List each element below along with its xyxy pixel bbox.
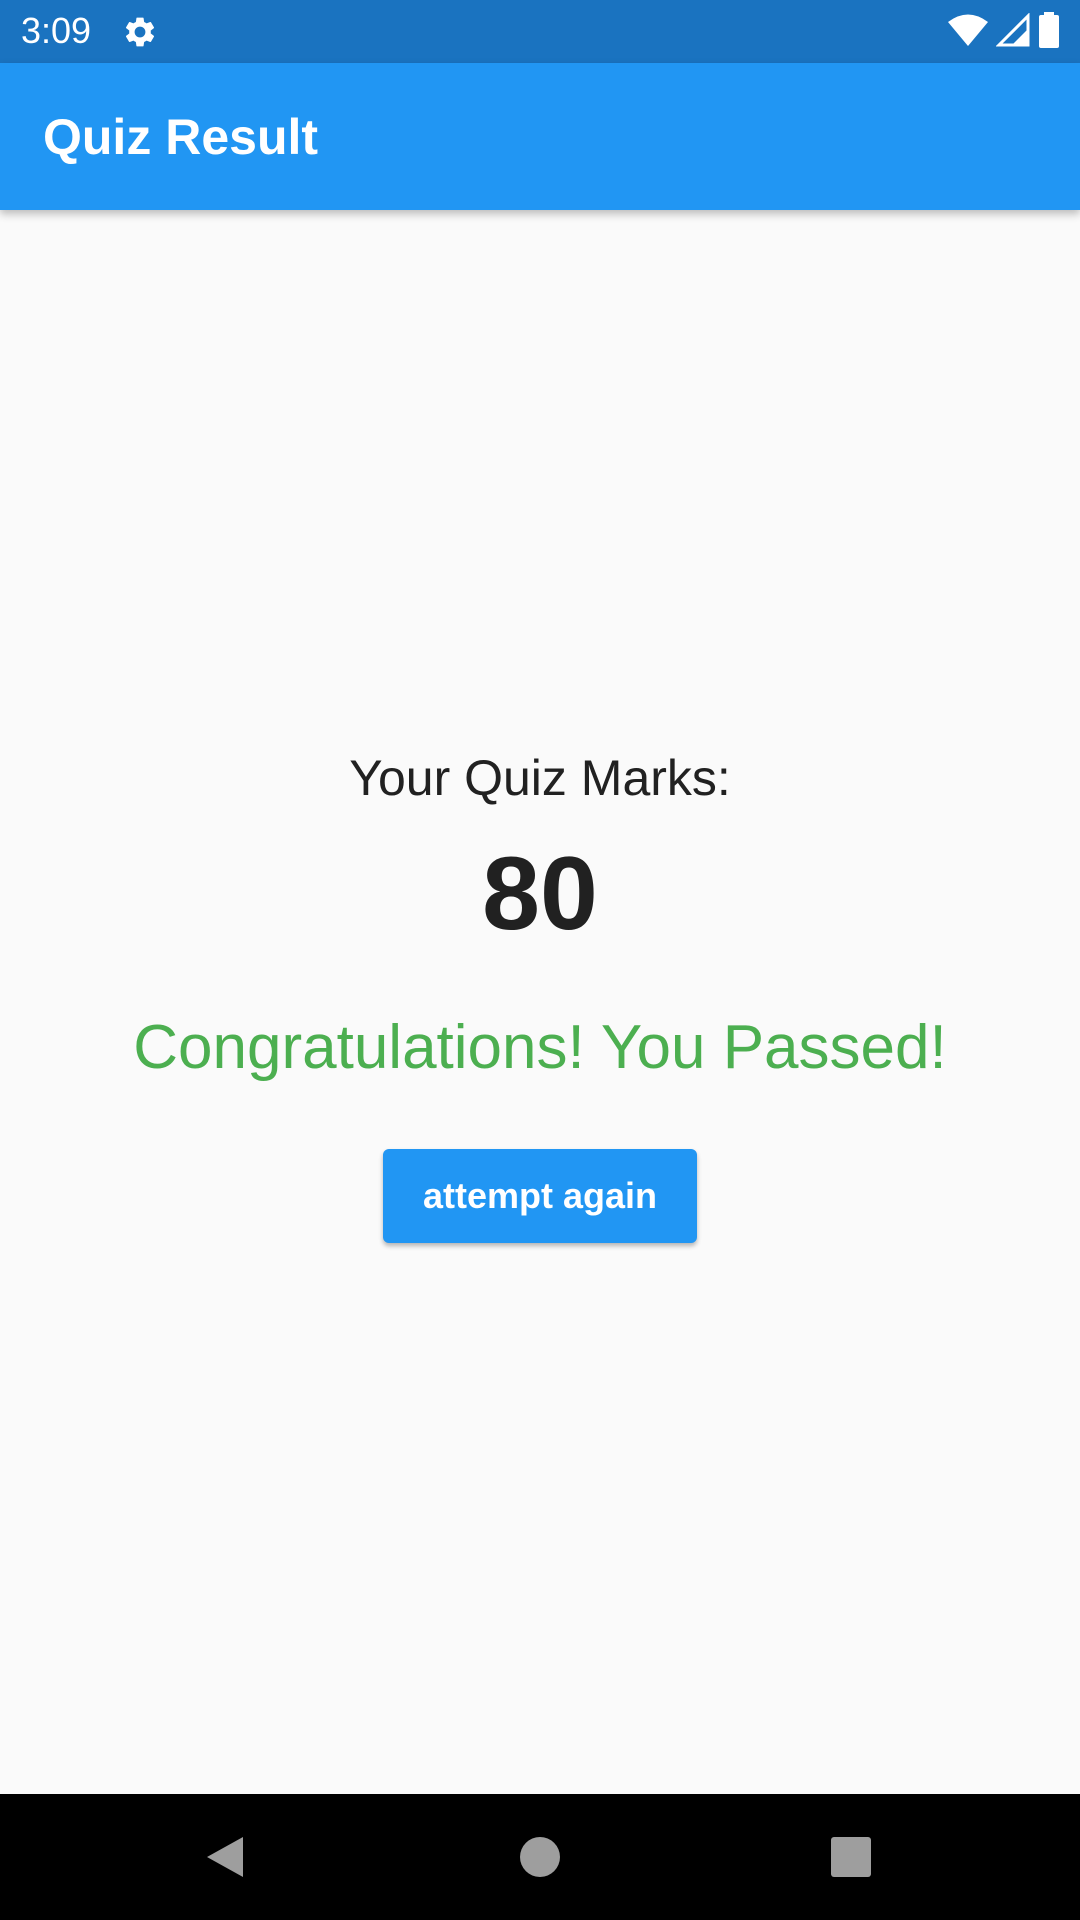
attempt-again-button[interactable]: attempt again [383, 1149, 697, 1243]
recents-icon[interactable] [831, 1837, 871, 1877]
marks-label: Your Quiz Marks: [349, 750, 731, 806]
status-bar: 3:09 [0, 0, 1080, 63]
battery-icon [1038, 11, 1060, 53]
app-bar: Quiz Result [0, 63, 1080, 210]
quiz-result-screen: 3:09 Quiz Result Your Quiz Marks: 80 Con… [0, 0, 1080, 1920]
home-icon[interactable] [520, 1837, 560, 1877]
signal-icon [995, 11, 1030, 52]
marks-value: 80 [482, 836, 598, 952]
wifi-icon [948, 13, 988, 52]
gear-icon [122, 14, 158, 50]
back-icon[interactable] [205, 1835, 245, 1879]
result-message: Congratulations! You Passed! [133, 1013, 947, 1082]
status-icons [948, 11, 1060, 53]
status-time: 3:09 [21, 10, 92, 51]
navigation-bar [0, 1794, 1080, 1920]
result-content: Your Quiz Marks: 80 Congratulations! You… [0, 210, 1080, 1794]
page-title: Quiz Result [43, 109, 319, 165]
